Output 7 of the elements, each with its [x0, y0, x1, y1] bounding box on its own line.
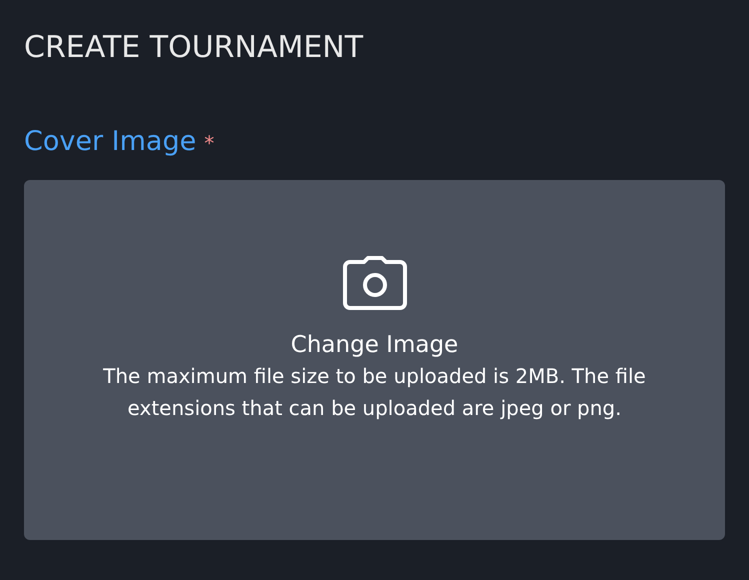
camera-icon [342, 256, 408, 310]
required-mark: * [204, 131, 214, 155]
upload-hint: The maximum file size to be uploaded is 2MB. The file extensions that can be uploaded are jpeg or png. [102, 363, 647, 422]
field-label: Cover Image [24, 125, 196, 159]
page-title: CREATE TOURNAMENT [24, 29, 364, 67]
change-image-text: Change Image [290, 331, 458, 360]
image-upload-area[interactable]: Change Image The maximum file size to be uploaded is 2MB. The file extensions that can be uploaded are jpeg or png. [24, 180, 725, 540]
